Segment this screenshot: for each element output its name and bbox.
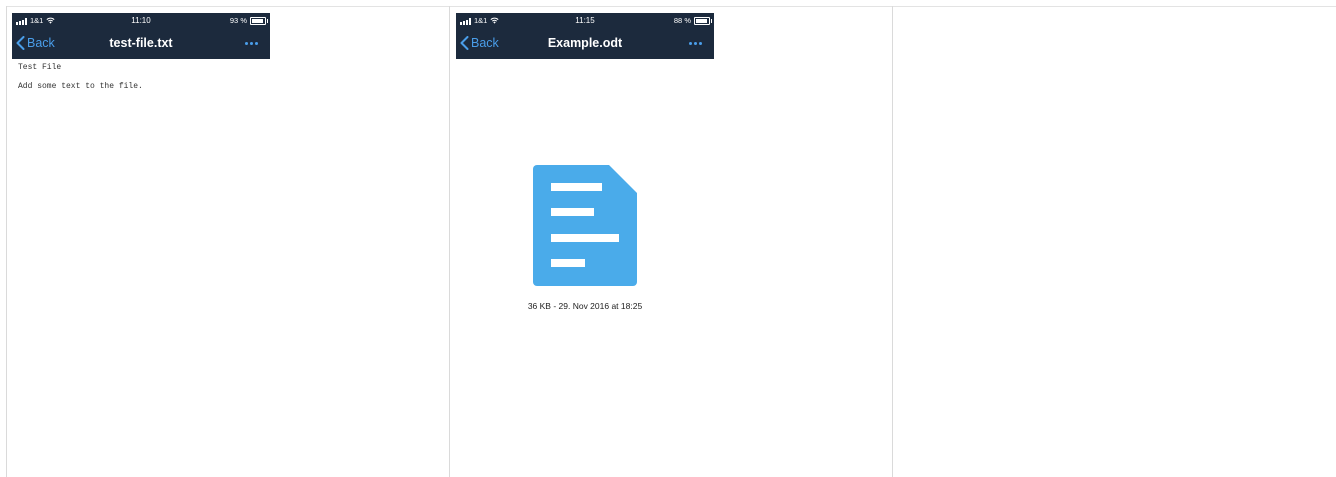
status-bar: 1&1 11:10 93 %: [12, 13, 270, 29]
text-file-content: Test File Add some text to the file.: [12, 59, 270, 105]
document-icon[interactable]: [533, 165, 637, 286]
page-title: test-file.txt: [109, 36, 173, 50]
more-options-button[interactable]: [245, 42, 258, 45]
more-dots-icon: [245, 42, 248, 45]
document-preview-screen: 1&1 11:15 88 % Back Example.odt 36 KB - …: [456, 13, 714, 311]
text-line: Add some text to the file.: [18, 82, 143, 91]
battery-percent: 88 %: [673, 16, 691, 25]
column-divider: [449, 6, 450, 477]
text-file-screen: 1&1 11:10 93 % Back test-file.txt Test F…: [12, 13, 270, 105]
column-divider: [6, 6, 7, 477]
app-header: 1&1 11:10 93 % Back test-file.txt: [12, 13, 270, 59]
navigation-bar: Back test-file.txt: [12, 29, 270, 59]
file-info: 36 KB - 29. Nov 2016 at 18:25: [527, 301, 643, 311]
page-title: Example.odt: [547, 36, 623, 50]
top-divider: [6, 6, 1336, 7]
status-bar: 1&1 11:15 88 %: [456, 13, 714, 29]
battery-percent: 93 %: [229, 16, 247, 25]
column-divider: [892, 6, 893, 477]
battery-icon: [694, 17, 712, 25]
navigation-bar: Back Example.odt: [456, 29, 714, 59]
text-line: Test File: [18, 63, 62, 72]
app-header: 1&1 11:15 88 % Back Example.odt: [456, 13, 714, 59]
battery-icon: [250, 17, 268, 25]
more-dots-icon: [689, 42, 692, 45]
more-options-button[interactable]: [689, 42, 702, 45]
